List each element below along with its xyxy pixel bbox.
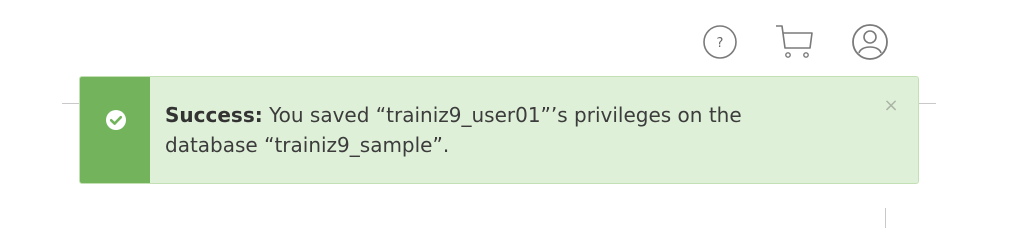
page: ? Success: You saved “trainiz9_user01”’s…: [0, 0, 1033, 247]
cart-icon[interactable]: [772, 20, 816, 64]
help-icon[interactable]: ?: [698, 20, 742, 64]
alert-message: Success: You saved “trainiz9_user01”’s p…: [165, 100, 825, 160]
help-icon-glyph: ?: [717, 36, 724, 51]
alert-status-stripe: [80, 77, 150, 183]
user-icon[interactable]: [848, 20, 892, 64]
alert-title: Success:: [165, 103, 263, 127]
background-divider-vertical: [885, 208, 886, 228]
header-icons: ?: [698, 20, 898, 64]
close-button[interactable]: ×: [880, 95, 902, 117]
check-circle-icon: [106, 110, 126, 130]
background-divider-right: [918, 103, 936, 104]
success-alert: Success: You saved “trainiz9_user01”’s p…: [79, 76, 919, 184]
